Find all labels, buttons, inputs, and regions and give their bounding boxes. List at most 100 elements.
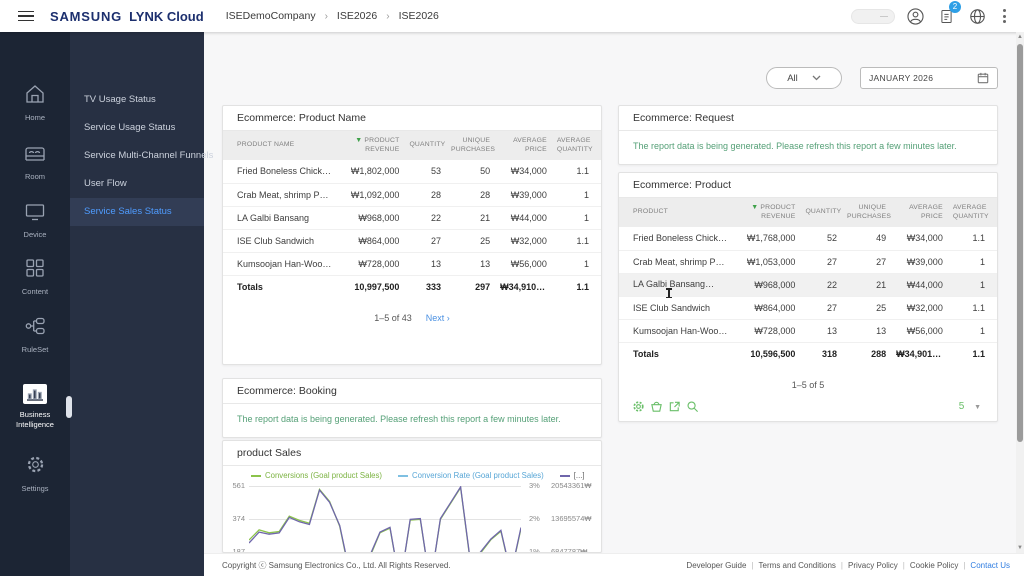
- table-cell: 1.1: [551, 229, 601, 253]
- table-cell: Kumsoojan Han-WooBeef Tartar B...: [223, 252, 337, 276]
- footer-link-privacy[interactable]: Privacy Policy: [848, 561, 898, 570]
- sidebar-item-service-multi-channel-funnels[interactable]: Service Multi-Channel Funnels: [70, 142, 213, 170]
- card-product-sales: product Sales Conversions (Goal product …: [222, 440, 602, 553]
- table-row[interactable]: Fried Boneless Chicken ₩1,802,000 53 50 ₩34,…: [223, 160, 601, 184]
- scroll-up-arrow[interactable]: ▲: [1016, 34, 1024, 40]
- chart-line: [249, 486, 521, 552]
- table-cell: 50: [446, 160, 496, 184]
- sidebar-item-tv-usage-status[interactable]: TV Usage Status: [70, 86, 204, 114]
- column-header[interactable]: PRODUCT NAME: [223, 131, 337, 160]
- globe-icon[interactable]: [966, 5, 988, 27]
- footer-link-cookie[interactable]: Cookie Policy: [910, 561, 958, 570]
- card-title: Ecommerce: Request: [619, 106, 997, 131]
- nav-item-settings[interactable]: Settings: [0, 454, 70, 494]
- page-size-dropdown[interactable]: 5 ▼: [959, 401, 981, 412]
- table-cell: 13: [842, 319, 892, 343]
- table-cell: 27: [404, 229, 447, 253]
- column-header[interactable]: AVERAGE PRICE: [495, 131, 552, 160]
- totals-cell: ₩34,910.77: [500, 281, 549, 292]
- user-icon[interactable]: [904, 5, 926, 27]
- table-row[interactable]: LA Galbi Bansang ₩968,000 22 21 ₩44,000 1: [223, 206, 601, 230]
- breadcrumb-page[interactable]: ISE2026: [399, 10, 439, 22]
- bar-chart-icon: [23, 384, 47, 404]
- column-header[interactable]: AVERAGE PRICE: [891, 198, 948, 227]
- legend-conversion-rate[interactable]: Conversion Rate (Goal product Sales): [398, 471, 544, 480]
- sidebar-item-service-usage-status[interactable]: Service Usage Status: [70, 114, 204, 142]
- product-name-table: PRODUCT NAME ▼ PRODUCT REVENUE QUANTITY UNIQ…: [223, 131, 601, 298]
- date-picker[interactable]: JANUARY 2026: [860, 67, 998, 89]
- table-cell: 13: [446, 252, 496, 276]
- footer-link-contact-us[interactable]: Contact Us: [970, 561, 1010, 570]
- kebab-menu-icon[interactable]: [997, 7, 1012, 25]
- footer-link-developer-guide[interactable]: Developer Guide: [686, 561, 746, 570]
- nav-item-content[interactable]: Content: [0, 258, 70, 297]
- table-row[interactable]: Fried Boneless Chicken ₩1,768,000 52 49 ₩34,…: [619, 227, 997, 251]
- footer-link-terms[interactable]: Terms and Conditions: [759, 561, 836, 570]
- table-row[interactable]: ISE Club Sandwich ₩864,000 27 25 ₩32,000 1.1: [223, 229, 601, 253]
- notifications-document-icon[interactable]: 2: [935, 1, 961, 27]
- search-icon[interactable]: [686, 400, 699, 413]
- legend-conversions[interactable]: Conversions (Goal product Sales): [251, 471, 382, 480]
- sales-line-chart: Conversions (Goal product Sales) Convers…: [223, 466, 601, 552]
- table-row[interactable]: LA Galbi Bansang ₩968,000 22 21 ₩44,000 1: [619, 273, 997, 297]
- scope-dropdown[interactable]: All: [766, 67, 842, 89]
- lynk-cloud-logo: LYNK Cloud: [129, 8, 204, 24]
- column-header[interactable]: UNIQUE PURCHASES: [842, 198, 892, 227]
- column-header[interactable]: UNIQUE PURCHASES: [446, 131, 496, 160]
- scrollbar-thumb[interactable]: [1017, 44, 1023, 442]
- search-field-faded[interactable]: [851, 8, 895, 24]
- table-cell: Kumsoojan Han-WooBeef Tartar B...: [619, 319, 733, 343]
- hamburger-menu-icon[interactable]: [18, 10, 34, 22]
- legend-dash: [398, 474, 409, 477]
- table-cell: ₩34,000: [891, 227, 948, 251]
- scroll-down-arrow[interactable]: ▼: [1016, 545, 1024, 551]
- column-header[interactable]: ▼ PRODUCT REVENUE: [732, 198, 801, 227]
- table-cell: ₩728,000: [336, 252, 405, 276]
- table-cell: 1: [551, 206, 601, 230]
- bi-sidebar: TV Usage Status Service Usage Status Ser…: [70, 32, 213, 576]
- nav-item-device[interactable]: Device: [0, 202, 70, 240]
- table-row[interactable]: Crab Meat, shrimp Pasta ₩1,092,000 28 28 ₩39…: [223, 183, 601, 207]
- topbar-actions: 2: [851, 1, 1024, 27]
- export-icon[interactable]: [668, 400, 681, 413]
- table-cell: 1: [551, 252, 601, 276]
- column-header[interactable]: AVERAGE QUANTITY: [551, 131, 601, 160]
- flow-icon: [25, 317, 45, 335]
- basket-icon[interactable]: [650, 400, 663, 413]
- nav-item-ruleset[interactable]: RuleSet: [0, 316, 70, 355]
- vertical-scrollbar[interactable]: ▲ ▼: [1016, 32, 1024, 553]
- card-ecommerce-booking: Ecommerce: Booking The report data is be…: [222, 378, 602, 438]
- totals-cell: 333: [425, 281, 442, 292]
- table-cell: ₩864,000: [336, 229, 405, 253]
- breadcrumb-site[interactable]: ISE2026: [337, 10, 377, 22]
- sidebar-collapse-handle[interactable]: [66, 396, 72, 418]
- table-cell: 28: [404, 183, 447, 207]
- column-header[interactable]: ▼ PRODUCT REVENUE: [336, 131, 405, 160]
- table-cell: ₩1,802,000: [336, 160, 405, 184]
- sidebar-item-service-sales-status[interactable]: Service Sales Status: [70, 198, 204, 226]
- column-header[interactable]: AVERAGE QUANTITY: [947, 198, 997, 227]
- nav-item-home[interactable]: Home: [0, 84, 70, 123]
- breadcrumb-company[interactable]: ISEDemoCompany: [226, 10, 316, 22]
- table-cell: 22: [800, 273, 843, 297]
- table-row[interactable]: Kumsoojan Han-WooBeef Tartar B...₩728,00…: [619, 319, 997, 343]
- column-header[interactable]: PRODUCT: [619, 198, 733, 227]
- column-header[interactable]: QUANTITY: [404, 131, 447, 160]
- table-cell: 27: [800, 296, 843, 320]
- table-cell: ₩32,000: [495, 229, 552, 253]
- table-row[interactable]: Crab Meat, shrimp Pasta ₩1,053,000 27 27 ₩39…: [619, 250, 997, 274]
- pagination-next-link[interactable]: Next ›: [426, 313, 450, 323]
- legend-ellipsis-series[interactable]: [...]: [559, 471, 585, 480]
- table-cell: 25: [446, 229, 496, 253]
- table-row[interactable]: Kumsoojan Han-WooBeef Tartar B...₩728,00…: [223, 252, 601, 276]
- table-row[interactable]: ISE Club Sandwich ₩864,000 27 25 ₩32,000 1.1: [619, 296, 997, 320]
- nav-item-room[interactable]: Room: [0, 144, 70, 182]
- nav-item-business-intelligence[interactable]: Business Intelligence: [0, 384, 70, 430]
- nav-rail: Home Room Device Content RuleSet Busines…: [0, 32, 70, 576]
- sidebar-item-user-flow[interactable]: User Flow: [70, 170, 204, 198]
- column-header[interactable]: QUANTITY: [800, 198, 843, 227]
- settings-icon[interactable]: [632, 400, 645, 413]
- chart-plot-area: [249, 486, 521, 552]
- totals-cell: 1.1: [576, 281, 589, 292]
- table-cell: 1: [947, 319, 997, 343]
